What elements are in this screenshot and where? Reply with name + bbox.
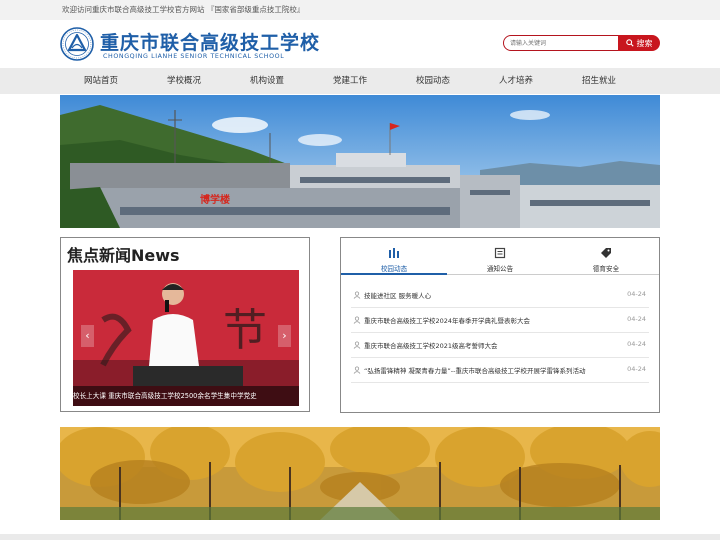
active-tab-indicator (341, 273, 447, 275)
slide-next-button[interactable]: › (278, 325, 291, 347)
main-nav: 网站首页 学校概况 机构设置 党建工作 校园动态 人才培养 招生就业 (0, 68, 720, 94)
welcome-text: 欢迎访问重庆市联合高级技工学校官方网站 『国家省部级重点技工院校』 (62, 5, 305, 14)
tag-icon (601, 248, 611, 258)
news-list-item[interactable]: 重庆市联合高级技工学校2021级高考誓师大会 04-24 (351, 333, 649, 358)
tab-campus-news[interactable]: 校园动态 (341, 244, 447, 274)
slide-prev-button[interactable]: ‹ (81, 325, 94, 347)
search-button-label: 搜索 (636, 38, 653, 48)
news-list-item[interactable]: 重庆市联合高级技工学校2024年春季开学典礼暨表彰大会 04-24 (351, 308, 649, 333)
nav-item-departments[interactable]: 机构设置 (250, 68, 284, 94)
nav-item-training[interactable]: 人才培养 (499, 68, 533, 94)
tab-campus-news-label: 校园动态 (380, 265, 408, 273)
focus-news-title: 焦点新闻News (67, 246, 180, 265)
focus-news-panel: 焦点新闻News 节 ‹ › 校长上大课 重庆市联合高级技工学校2500余名学生… (60, 237, 310, 412)
news-title: 重庆市联合高级技工学校2024年春季开学典礼暨表彰大会 (364, 317, 531, 325)
news-slideshow[interactable]: 节 ‹ › 校长上大课 重庆市联合高级技工学校2500余名学生集中学党史 (73, 270, 299, 406)
news-title: “弘扬雷锋精神 凝聚青春力量”--重庆市联合高级技工学校开展学雷锋系列活动 (364, 367, 586, 375)
search-icon (625, 39, 634, 47)
school-name-english: CHONGQING LIANHE SENIOR TECHNICAL SCHOOL (103, 53, 285, 60)
tab-notices-label: 通知公告 (486, 265, 514, 273)
nav-item-home[interactable]: 网站首页 (84, 68, 118, 94)
campus-banner-image: 博学楼 (60, 95, 660, 228)
news-date: 04-24 (627, 290, 646, 298)
building-sign: 博学楼 (200, 193, 230, 206)
news-tabs-panel: 校园动态 通知公告 德育安全 技能进社区 服务暖人心 04-24 重庆市联合高级… (340, 237, 660, 413)
news-title: 技能进社区 服务暖人心 (364, 292, 432, 300)
school-name[interactable]: 重庆市联合高级技工学校 (100, 28, 320, 55)
news-title: 重庆市联合高级技工学校2021级高考誓师大会 (364, 342, 498, 350)
slide-caption[interactable]: 校长上大课 重庆市联合高级技工学校2500余名学生集中学党史 (73, 386, 299, 406)
header: 重庆市联合高级技工学校 CHONGQING LIANHE SENIOR TECH… (0, 20, 720, 68)
search-box: 搜索 (503, 35, 660, 51)
news-list-item[interactable]: 技能进社区 服务暖人心 04-24 (351, 283, 649, 308)
school-emblem-icon[interactable] (60, 27, 94, 61)
tab-notices[interactable]: 通知公告 (447, 244, 553, 274)
user-icon (353, 366, 361, 374)
footer-strip (0, 534, 720, 540)
notice-icon (494, 247, 506, 259)
nav-item-party[interactable]: 党建工作 (333, 68, 367, 94)
nav-item-about[interactable]: 学校概况 (167, 68, 201, 94)
search-button[interactable]: 搜索 (618, 35, 660, 51)
top-bar: 欢迎访问重庆市联合高级技工学校官方网站 『国家省部级重点技工院校』 (0, 0, 720, 20)
autumn-campus-banner-image (60, 427, 660, 520)
slide-backdrop-character: 节 (223, 305, 267, 356)
nav-item-campus-news[interactable]: 校园动态 (416, 68, 450, 94)
news-date: 04-24 (627, 340, 646, 348)
user-icon (353, 291, 361, 299)
nav-item-admissions[interactable]: 招生就业 (582, 68, 616, 94)
tab-moral-safety[interactable]: 德育安全 (553, 244, 659, 274)
user-icon (353, 316, 361, 324)
user-icon (353, 341, 361, 349)
search-input[interactable] (503, 35, 622, 51)
graduation-icon (389, 248, 399, 258)
tab-moral-safety-label: 德育安全 (592, 265, 620, 273)
news-list-item[interactable]: “弘扬雷锋精神 凝聚青春力量”--重庆市联合高级技工学校开展学雷锋系列活动 04… (351, 358, 649, 383)
news-date: 04-24 (627, 315, 646, 323)
news-date: 04-24 (627, 365, 646, 373)
